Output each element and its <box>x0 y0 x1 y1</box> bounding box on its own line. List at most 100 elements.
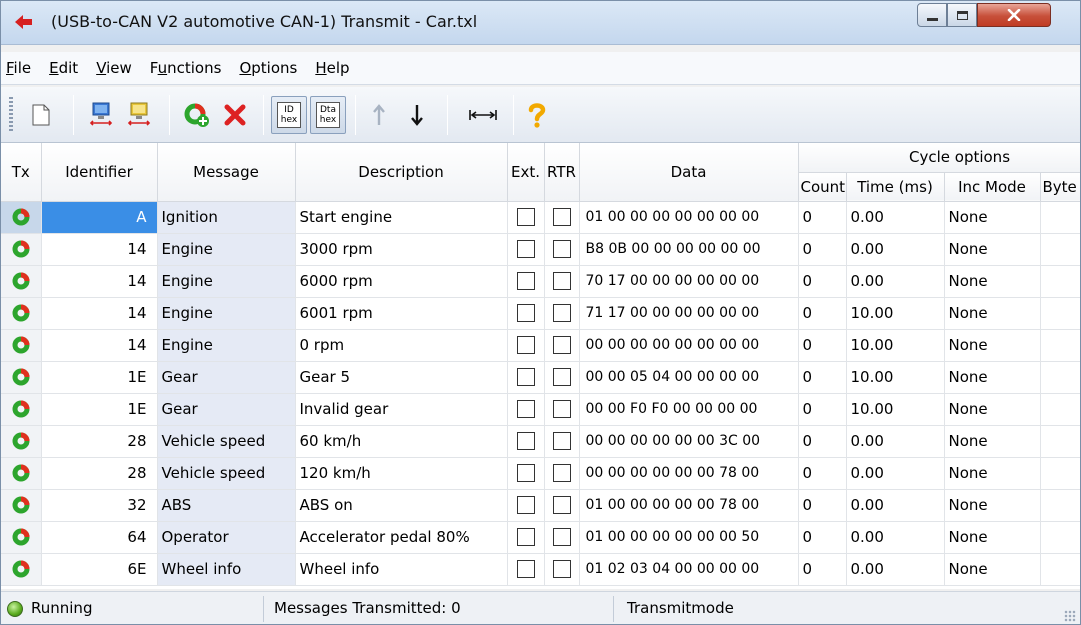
table-row[interactable]: 14 Engine 3000 rpm B8 0B 00 00 00 00 00 00 0… <box>1 233 1080 266</box>
description-cell[interactable]: Wheel info <box>295 553 508 586</box>
inc-mode-cell[interactable]: None <box>944 201 1041 234</box>
ext-checkbox[interactable] <box>516 208 535 227</box>
column-width-button[interactable] <box>463 96 503 134</box>
col-header-message[interactable]: Message <box>157 143 296 202</box>
message-cell[interactable]: Engine <box>157 265 296 298</box>
count-cell[interactable]: 0 <box>798 329 847 362</box>
col-header-inc-mode[interactable]: Inc Mode <box>944 172 1041 202</box>
description-cell[interactable]: Accelerator pedal 80% <box>295 521 508 554</box>
col-header-identifier[interactable]: Identifier <box>41 143 158 202</box>
message-cell[interactable]: Engine <box>157 233 296 266</box>
menu-functions[interactable]: Functions <box>141 59 231 77</box>
ext-checkbox[interactable] <box>516 560 535 579</box>
identifier-cell[interactable]: 1E <box>41 361 158 394</box>
count-cell[interactable]: 0 <box>798 489 847 522</box>
data-hex-toggle[interactable]: Dta hex <box>310 96 346 134</box>
rtr-checkbox[interactable] <box>552 304 571 323</box>
minimize-button[interactable] <box>917 3 947 27</box>
rtr-checkbox[interactable] <box>552 560 571 579</box>
identifier-cell[interactable]: 28 <box>41 457 158 490</box>
byte-cell[interactable] <box>1040 425 1080 458</box>
move-up-button[interactable] <box>361 96 397 134</box>
ext-checkbox[interactable] <box>516 304 535 323</box>
count-cell[interactable]: 0 <box>798 457 847 490</box>
byte-cell[interactable] <box>1040 201 1080 234</box>
message-cell[interactable]: Ignition <box>157 201 296 234</box>
ext-checkbox[interactable] <box>516 432 535 451</box>
resize-grip[interactable] <box>1064 610 1076 622</box>
table-row[interactable]: 28 Vehicle speed 60 km/h 00 00 00 00 00 00 … <box>1 425 1080 458</box>
identifier-cell[interactable]: 14 <box>41 265 158 298</box>
count-cell[interactable]: 0 <box>798 201 847 234</box>
identifier-cell[interactable]: A <box>41 201 158 234</box>
data-cell[interactable]: 00 00 F0 F0 00 00 00 00 <box>579 393 799 426</box>
add-message-button[interactable] <box>179 96 215 134</box>
transmit-button[interactable] <box>1 393 42 426</box>
transmit-button[interactable] <box>1 233 42 266</box>
col-header-byte[interactable]: Byte <box>1040 172 1080 202</box>
table-row[interactable]: 14 Engine 0 rpm 00 00 00 00 00 00 00 00 0 10.… <box>1 329 1080 362</box>
identifier-cell[interactable]: 14 <box>41 233 158 266</box>
byte-cell[interactable] <box>1040 521 1080 554</box>
transmit-button[interactable] <box>1 521 42 554</box>
help-button[interactable] <box>519 96 555 134</box>
time-cell[interactable]: 0.00 <box>846 265 945 298</box>
rtr-checkbox[interactable] <box>552 240 571 259</box>
toolbar-grip[interactable] <box>9 97 13 131</box>
count-cell[interactable]: 0 <box>798 393 847 426</box>
col-header-count[interactable]: Count <box>798 172 847 202</box>
description-cell[interactable]: 6000 rpm <box>295 265 508 298</box>
message-cell[interactable]: Wheel info <box>157 553 296 586</box>
identifier-cell[interactable]: 6E <box>41 553 158 586</box>
identifier-cell[interactable]: 64 <box>41 521 158 554</box>
transmit-button[interactable] <box>1 265 42 298</box>
transmit-button[interactable] <box>1 361 42 394</box>
transmit-button[interactable] <box>1 553 42 586</box>
inc-mode-cell[interactable]: None <box>944 297 1041 330</box>
table-row[interactable]: 32 ABS ABS on 01 00 00 00 00 00 78 00 0 0.00 N… <box>1 489 1080 522</box>
time-cell[interactable]: 10.00 <box>846 329 945 362</box>
table-row[interactable]: A Ignition Start engine 01 00 00 00 00 00 0… <box>1 201 1080 234</box>
inc-mode-cell[interactable]: None <box>944 457 1041 490</box>
menu-view[interactable]: View <box>87 59 141 77</box>
transmit-button[interactable] <box>1 329 42 362</box>
delete-message-button[interactable] <box>217 96 253 134</box>
identifier-hex-toggle[interactable]: ID hex <box>271 96 307 134</box>
inc-mode-cell[interactable]: None <box>944 521 1041 554</box>
description-cell[interactable]: 120 km/h <box>295 457 508 490</box>
count-cell[interactable]: 0 <box>798 297 847 330</box>
identifier-cell[interactable]: 32 <box>41 489 158 522</box>
rtr-checkbox[interactable] <box>552 400 571 419</box>
count-cell[interactable]: 0 <box>798 265 847 298</box>
connect-button[interactable] <box>83 96 119 134</box>
message-cell[interactable]: Vehicle speed <box>157 425 296 458</box>
time-cell[interactable]: 10.00 <box>846 297 945 330</box>
description-cell[interactable]: Invalid gear <box>295 393 508 426</box>
inc-mode-cell[interactable]: None <box>944 361 1041 394</box>
description-cell[interactable]: 3000 rpm <box>295 233 508 266</box>
message-cell[interactable]: Engine <box>157 329 296 362</box>
table-row[interactable]: 1E Gear Invalid gear 00 00 F0 F0 00 00 00 0… <box>1 393 1080 426</box>
col-header-rtr[interactable]: RTR <box>544 143 580 202</box>
rtr-checkbox[interactable] <box>552 272 571 291</box>
time-cell[interactable]: 0.00 <box>846 553 945 586</box>
transmit-button[interactable] <box>1 201 42 234</box>
table-row[interactable]: 1E Gear Gear 5 00 00 05 04 00 00 00 00 0 10.0… <box>1 361 1080 394</box>
data-cell[interactable]: 00 00 00 00 00 00 00 00 <box>579 329 799 362</box>
inc-mode-cell[interactable]: None <box>944 393 1041 426</box>
message-cell[interactable]: Operator <box>157 521 296 554</box>
description-cell[interactable]: Start engine <box>295 201 508 234</box>
transmit-button[interactable] <box>1 489 42 522</box>
data-cell[interactable]: 00 00 00 00 00 00 78 00 <box>579 457 799 490</box>
menu-edit[interactable]: Edit <box>40 59 87 77</box>
table-row[interactable]: 14 Engine 6001 rpm 71 17 00 00 00 00 00 00 0… <box>1 297 1080 330</box>
rtr-checkbox[interactable] <box>552 336 571 355</box>
byte-cell[interactable] <box>1040 553 1080 586</box>
byte-cell[interactable] <box>1040 457 1080 490</box>
message-cell[interactable]: Gear <box>157 361 296 394</box>
message-cell[interactable]: ABS <box>157 489 296 522</box>
ext-checkbox[interactable] <box>516 400 535 419</box>
ext-checkbox[interactable] <box>516 528 535 547</box>
message-cell[interactable]: Gear <box>157 393 296 426</box>
time-cell[interactable]: 0.00 <box>846 201 945 234</box>
